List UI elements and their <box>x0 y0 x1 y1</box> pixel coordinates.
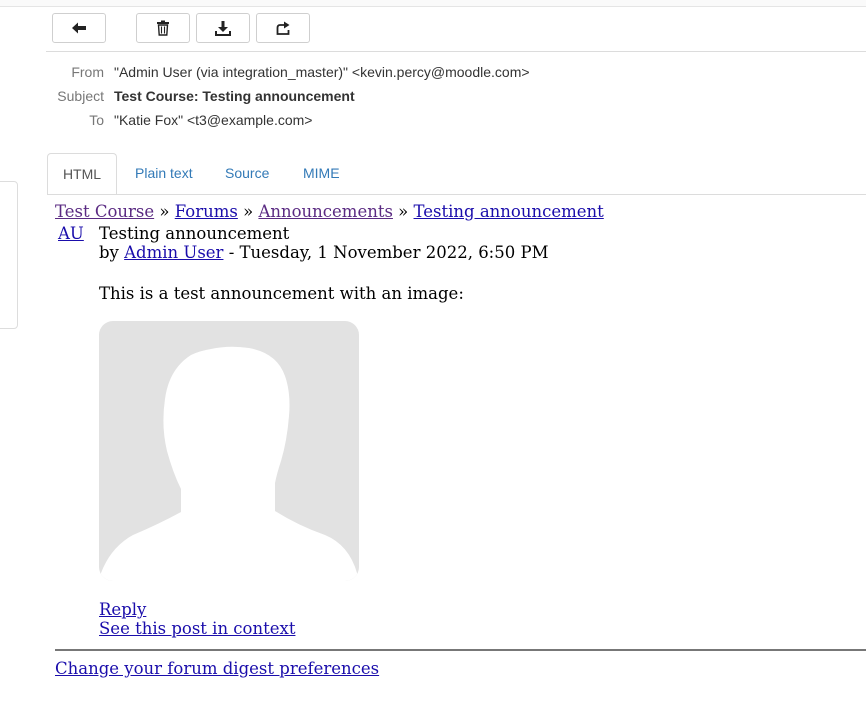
from-value: "Admin User (via integration_master)" <k… <box>114 64 530 80</box>
digest-preferences-link[interactable]: Change your forum digest preferences <box>55 659 379 678</box>
post-links: Reply See this post in context <box>99 600 295 638</box>
breadcrumb-discussion-link[interactable]: Testing announcement <box>414 202 604 221</box>
to-label: To <box>89 112 104 128</box>
to-value: "Katie Fox" <t3@example.com> <box>114 112 313 128</box>
post-image <box>99 321 359 581</box>
tabs-baseline <box>47 194 866 195</box>
subject-value: Test Course: Testing announcement <box>114 88 355 104</box>
tab-mime[interactable]: MIME <box>288 153 355 195</box>
post-byline: by Admin User - Tuesday, 1 November 2022… <box>99 243 859 262</box>
from-label: From <box>71 64 104 80</box>
breadcrumb-course-link[interactable]: Test Course <box>55 202 154 221</box>
forward-button[interactable] <box>256 13 310 43</box>
subject-label: Subject <box>57 88 104 104</box>
tab-plain-text[interactable]: Plain text <box>120 153 208 195</box>
delete-button[interactable] <box>136 13 190 43</box>
breadcrumb-separator: » <box>154 202 175 221</box>
tab-source[interactable]: Source <box>210 153 284 195</box>
post-text: This is a test announcement with an imag… <box>99 284 464 303</box>
tab-html[interactable]: HTML <box>47 153 117 195</box>
avatar-link[interactable]: AU <box>58 224 84 243</box>
download-button[interactable] <box>196 13 250 43</box>
reply-link[interactable]: Reply <box>99 600 146 619</box>
top-border <box>0 0 866 7</box>
footer-divider <box>55 649 866 651</box>
post-date: - Tuesday, 1 November 2022, 6:50 PM <box>223 243 549 262</box>
header-from-row: From "Admin User (via integration_master… <box>0 64 866 84</box>
download-icon <box>215 21 231 36</box>
post-title: Testing announcement <box>99 224 290 243</box>
breadcrumb-announcements-link[interactable]: Announcements <box>258 202 393 221</box>
trash-icon <box>157 20 169 36</box>
toolbar-separator <box>46 51 866 52</box>
breadcrumb-separator: » <box>237 202 259 221</box>
forum-post: Testing announcement by Admin User - Tue… <box>99 224 859 303</box>
breadcrumb: Test Course » Forums » Announcements » T… <box>55 202 604 221</box>
view-tabs: HTML Plain text Source MIME <box>47 153 866 195</box>
left-panel-edge <box>0 181 18 329</box>
author-link[interactable]: Admin User <box>124 243 223 262</box>
header-to-row: To "Katie Fox" <t3@example.com> <box>0 112 866 132</box>
back-button[interactable] <box>52 13 106 43</box>
breadcrumb-forums-link[interactable]: Forums <box>175 202 238 221</box>
header-subject-row: Subject Test Course: Testing announcemen… <box>0 88 866 108</box>
breadcrumb-separator: » <box>392 202 414 221</box>
post-context-link[interactable]: See this post in context <box>99 619 295 638</box>
person-silhouette-icon <box>99 346 359 581</box>
by-prefix: by <box>99 243 125 262</box>
forward-icon <box>276 21 290 35</box>
arrow-left-icon <box>72 22 86 34</box>
